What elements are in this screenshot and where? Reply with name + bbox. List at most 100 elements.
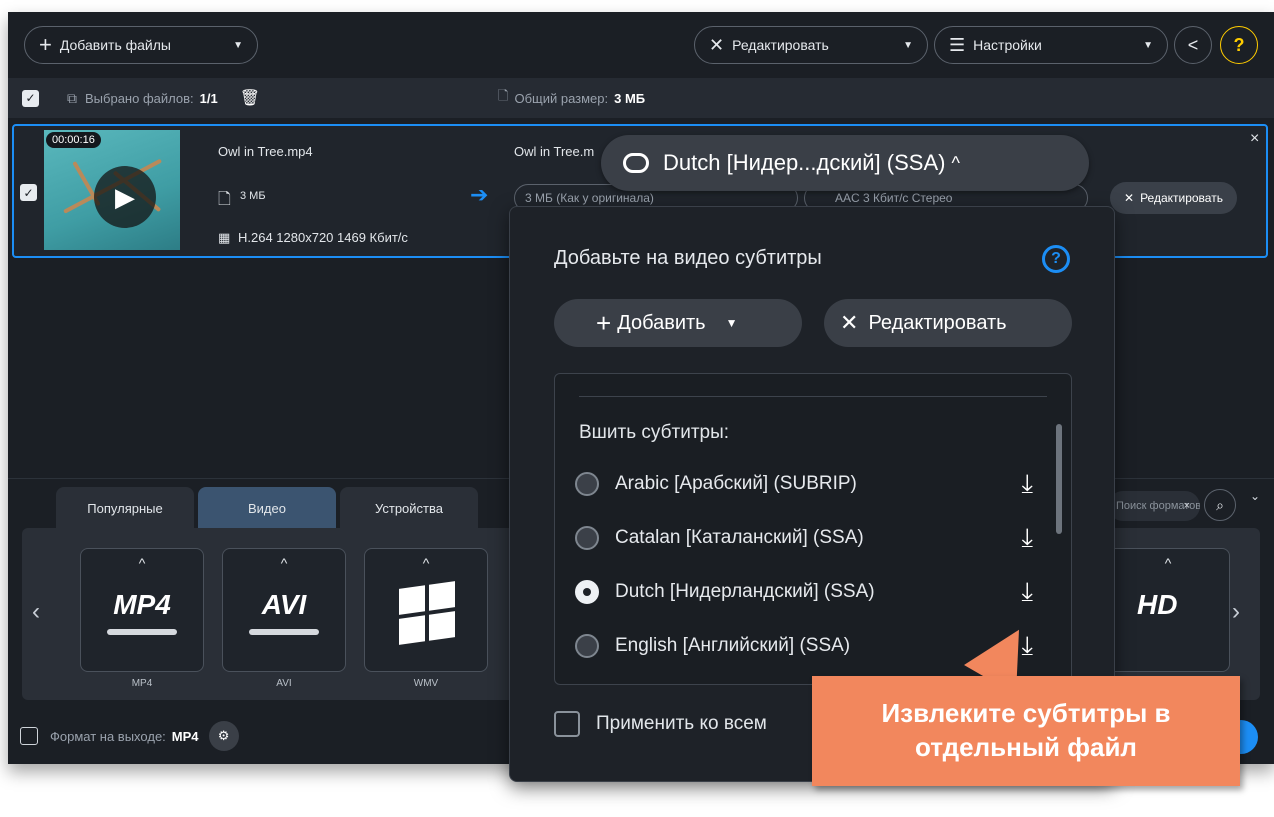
chevron-up-icon: ^ — [138, 555, 146, 571]
list-divider — [579, 396, 1047, 397]
chevron-down-icon: ▼ — [1143, 39, 1153, 51]
chevron-up-icon: ^ — [280, 555, 288, 571]
output-size: 3 МБ (Как у оригинала) — [525, 191, 654, 205]
apply-all-label: Применить ко всем — [596, 713, 767, 734]
files-icon: ⧉ — [67, 89, 77, 106]
add-subtitle-label: Добавить — [617, 311, 706, 334]
apply-all[interactable]: Применить ко всем — [554, 711, 767, 737]
settings-button[interactable]: ☰ Настройки ▼ — [934, 26, 1168, 64]
edit-subtitle-button[interactable]: ✕ Редактировать — [824, 299, 1072, 347]
total-size-value: 3 МБ — [614, 90, 646, 106]
chevron-up-icon: ^ — [951, 152, 960, 173]
tools-icon: ✕ — [840, 310, 859, 335]
format-card-avi[interactable]: ^ AVI — [222, 548, 346, 672]
subtitle-label: English [Английский] (SSA) — [615, 635, 851, 656]
list-item[interactable]: Arabic [Арабский] (SUBRIP) ⤓ — [575, 464, 1045, 504]
sliders-icon: ☰ — [949, 35, 966, 55]
total-size-label: Общий размер: — [514, 90, 609, 106]
apply-all-checkbox[interactable] — [554, 711, 580, 737]
list-item[interactable]: Dutch [Нидерландский] (SSA) ⤓ — [575, 572, 1045, 612]
subtitle-label: Dutch [Нидерландский] (SSA) — [615, 581, 875, 602]
edit-subtitle-label: Редактировать — [868, 311, 1007, 334]
output-format-value: MP4 — [171, 728, 199, 744]
clear-icon[interactable]: × — [1184, 500, 1190, 512]
file-name: Owl in Tree.mp4 — [218, 144, 313, 159]
help-icon[interactable]: ? — [1042, 245, 1070, 273]
preview-icon: ⌕ — [1216, 496, 1224, 513]
radio-button[interactable] — [575, 634, 599, 658]
download-icon[interactable]: ⤓ — [1022, 468, 1034, 500]
file-checkbox[interactable]: ✓ — [20, 184, 37, 201]
burn-in-title: Вшить субтитры: — [579, 422, 730, 443]
mp4-logo: MP4 — [113, 589, 171, 620]
trash-icon[interactable]: 🗑 — [240, 88, 260, 108]
convert-arrow-icon: ➔ — [470, 182, 489, 207]
play-icon[interactable]: ▶ — [94, 166, 156, 228]
codec-info: H.264 1280x720 1469 Кбит/с — [238, 230, 408, 245]
format-card-mp4[interactable]: ^ MP4 — [80, 548, 204, 672]
file-edit-button[interactable]: ✕ Редактировать — [1110, 182, 1237, 214]
hd-logo: HD — [1137, 589, 1178, 620]
callout-line-1: Извлеките субтитры в — [881, 698, 1171, 729]
tab-devices[interactable]: Устройства — [340, 487, 478, 529]
tools-icon: ✕ — [1124, 191, 1135, 205]
format-card-hd[interactable]: ^ HD — [1106, 548, 1230, 672]
help-button[interactable]: ? — [1220, 26, 1258, 64]
search-preview-button[interactable]: ⌕ — [1204, 489, 1236, 521]
format-label-mp4: MP4 — [131, 678, 153, 689]
download-icon[interactable]: ⤓ — [1022, 522, 1034, 554]
radio-button-selected[interactable] — [575, 580, 599, 604]
video-thumbnail[interactable]: 00:00:16 ▶ — [44, 130, 180, 250]
chevron-down-icon: ▼ — [233, 39, 243, 51]
chevron-down-icon: ▼ — [725, 316, 738, 330]
audio-info: AAC 3 Кбит/с Стерео — [835, 191, 953, 205]
search-box[interactable]: Поиск форматов и устройств... × — [1108, 491, 1200, 521]
add-subtitle-button[interactable]: + Добавить ▼ — [554, 299, 802, 347]
format-card-wmv[interactable]: ^ — [364, 548, 488, 672]
settings-label: Настройки — [973, 37, 1042, 53]
subtitle-current: Dutch [Нидер...дский] (SSA) — [663, 150, 946, 175]
subtitle-label: Catalan [Каталанский] (SSA) — [615, 527, 864, 548]
tab-popular[interactable]: Популярные — [56, 487, 194, 529]
selected-files-value: 1/1 — [199, 90, 218, 106]
share-button[interactable]: < — [1174, 26, 1212, 64]
avi-logo: AVI — [261, 589, 307, 620]
video-bar — [107, 629, 177, 635]
radio-button[interactable] — [575, 472, 599, 496]
subtitle-select[interactable]: Dutch [Нидер...дский] (SSA) ^ — [601, 135, 1089, 191]
format-label-avi: AVI — [276, 678, 292, 689]
duration-badge: 00:00:16 — [46, 132, 101, 148]
add-files-label: Добавить файлы — [59, 37, 171, 53]
chevron-left-icon[interactable]: ‹ — [32, 598, 40, 626]
gear-icon[interactable]: ⚙ — [208, 721, 239, 751]
file-size-icon: 🗋 — [218, 191, 231, 208]
select-all-checkbox[interactable]: ✓ — [22, 89, 39, 107]
download-icon[interactable]: ⤓ — [1022, 576, 1034, 608]
tab-popular-label: Популярные — [87, 500, 163, 516]
scrollbar[interactable] — [1056, 424, 1062, 534]
add-files-button[interactable]: + Добавить файлы ▼ — [24, 26, 258, 64]
selection-bar: ✓ ⧉ Выбрано файлов: 1/1 🗑 🗋 Общий размер… — [8, 78, 1274, 118]
subtitle-label: Arabic [Арабский] (SUBRIP) — [615, 473, 857, 494]
close-icon[interactable]: × — [1250, 130, 1259, 148]
chevron-up-icon: ^ — [422, 555, 430, 571]
tab-video-label: Видео — [248, 500, 286, 516]
subtitle-icon — [623, 153, 649, 173]
popup-title: Добавьте на видео субтитры — [554, 247, 822, 269]
edit-button[interactable]: ✕ Редактировать ▼ — [694, 26, 928, 64]
codec-icon: ▦ — [218, 230, 231, 245]
plus-icon: + — [39, 32, 52, 57]
video-bar — [249, 629, 319, 635]
chevron-up-icon: ^ — [1164, 555, 1172, 571]
chevron-down-icon: ▼ — [903, 39, 913, 51]
chevron-right-icon[interactable]: › — [1232, 598, 1240, 626]
file-size: 3 МБ — [240, 190, 266, 202]
tab-video[interactable]: Видео — [198, 487, 336, 529]
collapse-icon[interactable]: ⌄ — [1250, 489, 1260, 503]
tab-devices-label: Устройства — [374, 500, 443, 516]
radio-button[interactable] — [575, 526, 599, 550]
format-label-wmv: WMV — [413, 678, 439, 689]
list-item[interactable]: Catalan [Каталанский] (SSA) ⤓ — [575, 518, 1045, 558]
tools-icon: ✕ — [709, 35, 725, 55]
output-format-label: Формат на выходе: — [50, 728, 166, 744]
